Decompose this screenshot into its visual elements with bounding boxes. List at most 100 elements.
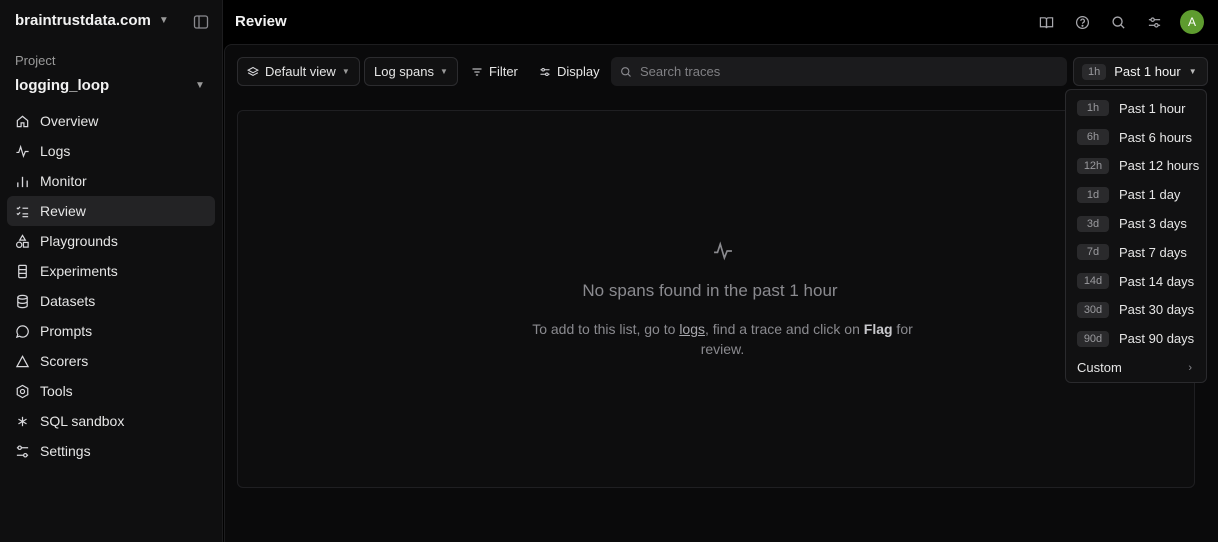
menu-item-label: Past 6 hours <box>1119 129 1192 145</box>
menu-item-label: Past 3 days <box>1119 216 1187 232</box>
layers-icon <box>247 66 259 76</box>
message-icon <box>15 324 29 338</box>
flask-icon <box>18 264 27 278</box>
empty-state-title: No spans found in the past 1 hour <box>582 281 838 300</box>
time-range-menu: 1h Past 1 hour 6h Past 6 hours 12h Past 12 … <box>1065 89 1207 383</box>
menu-item-past-1-hour[interactable]: 1h Past 1 hour <box>1066 94 1206 123</box>
empty-state-description: To add to this list, go to logs, find a … <box>525 319 920 359</box>
chevron-right-icon: › <box>1188 361 1192 374</box>
display-label: Display <box>557 64 600 79</box>
sidebar-nav: Overview Logs Monitor Review Playgrounds… <box>7 106 215 466</box>
chevron-down-icon: ▼ <box>158 15 169 26</box>
sidebar: braintrustdata.com ▼ Project logging_loo… <box>0 0 223 542</box>
sidebar-item-sql-sandbox[interactable]: SQL sandbox <box>7 406 215 436</box>
sliders-icon <box>16 444 29 458</box>
sidebar-item-label: SQL sandbox <box>40 413 125 429</box>
sidebar-item-logs[interactable]: Logs <box>7 136 215 166</box>
menu-item-past-6-hours[interactable]: 6h Past 6 hours <box>1066 123 1206 152</box>
menu-item-past-14-days[interactable]: 14d Past 14 days <box>1066 267 1206 296</box>
sidebar-item-label: Prompts <box>40 323 93 339</box>
menu-item-past-7-days[interactable]: 7d Past 7 days <box>1066 238 1206 267</box>
menu-item-short: 3d <box>1077 215 1109 232</box>
avatar[interactable]: A <box>1180 10 1204 34</box>
search-traces-input[interactable]: Search traces <box>611 57 1067 86</box>
menu-item-short: 1d <box>1077 186 1109 203</box>
asterisk-icon <box>18 416 27 426</box>
sidebar-item-tools[interactable]: Tools <box>7 376 215 406</box>
chevron-down-icon: ▼ <box>1188 67 1197 76</box>
chevron-down-icon[interactable]: ▼ <box>195 80 205 91</box>
sidebar-item-label: Playgrounds <box>40 233 118 249</box>
sidebar-item-scorers[interactable]: Scorers <box>7 346 215 376</box>
database-icon <box>17 294 28 308</box>
org-name: braintrustdata.com <box>15 12 151 29</box>
chevron-down-icon: ▼ <box>341 67 350 76</box>
sidebar-item-prompts[interactable]: Prompts <box>7 316 215 346</box>
menu-item-short: 1h <box>1077 100 1109 117</box>
menu-item-short: 30d <box>1077 301 1109 318</box>
menu-item-label: Past 1 day <box>1119 187 1181 203</box>
top-actions: A <box>1036 10 1204 34</box>
menu-item-label: Past 90 days <box>1119 331 1195 347</box>
sidebar-item-label: Tools <box>40 383 73 399</box>
project-selector[interactable]: logging_loop <box>15 77 109 94</box>
menu-item-label: Past 7 days <box>1119 244 1187 260</box>
sidebar-item-label: Monitor <box>40 173 87 189</box>
menu-item-past-90-days[interactable]: 90d Past 90 days <box>1066 324 1206 353</box>
search-placeholder: Search traces <box>640 64 721 79</box>
menu-item-custom[interactable]: Custom › <box>1066 353 1206 382</box>
org-switcher[interactable]: braintrustdata.com ▼ <box>15 12 169 29</box>
sidebar-item-datasets[interactable]: Datasets <box>7 286 215 316</box>
logs-link[interactable]: logs <box>679 321 705 337</box>
time-range-short: 1h <box>1082 63 1107 80</box>
view-selector-button[interactable]: Default view ▼ <box>237 57 360 86</box>
menu-item-past-3-days[interactable]: 3d Past 3 days <box>1066 209 1206 238</box>
hexagon-icon <box>16 384 29 398</box>
sidebar-item-label: Scorers <box>40 353 89 369</box>
menu-item-short: 90d <box>1077 330 1109 347</box>
menu-item-past-1-day[interactable]: 1d Past 1 day <box>1066 180 1206 209</box>
menu-item-short: 7d <box>1077 244 1109 261</box>
menu-item-label: Past 14 days <box>1119 273 1195 289</box>
bar-chart-icon <box>17 176 28 187</box>
menu-item-label: Custom <box>1077 360 1122 376</box>
menu-item-short: 12h <box>1077 157 1109 174</box>
sidebar-toggle-icon[interactable] <box>193 14 209 30</box>
sidebar-item-overview[interactable]: Overview <box>7 106 215 136</box>
chevron-down-icon: ▼ <box>440 67 448 76</box>
display-button[interactable]: Display <box>529 57 610 86</box>
sidebar-item-label: Experiments <box>40 263 118 279</box>
shapes-icon <box>15 233 29 248</box>
activity-icon <box>714 241 732 261</box>
span-type-label: Log spans <box>374 64 434 79</box>
sidebar-item-playgrounds[interactable]: Playgrounds <box>7 226 215 256</box>
sidebar-item-monitor[interactable]: Monitor <box>7 166 215 196</box>
list-check-icon <box>16 205 29 217</box>
project-label: Project <box>15 53 56 68</box>
sidebar-item-review[interactable]: Review <box>7 196 215 226</box>
sidebar-item-label: Settings <box>40 443 91 459</box>
menu-item-past-30-days[interactable]: 30d Past 30 days <box>1066 296 1206 325</box>
sidebar-item-settings[interactable]: Settings <box>7 436 215 466</box>
search-icon[interactable] <box>1108 10 1128 34</box>
menu-item-label: Past 1 hour <box>1119 100 1186 116</box>
menu-item-short: 6h <box>1077 129 1109 146</box>
span-type-selector[interactable]: Log spans ▼ <box>364 57 458 86</box>
help-icon[interactable] <box>1072 10 1092 34</box>
sidebar-item-label: Datasets <box>40 293 96 309</box>
empty-state-text: To add to this list, go to <box>532 321 680 337</box>
triangle-icon <box>15 354 30 367</box>
search-icon <box>621 66 631 77</box>
filter-icon <box>472 67 482 76</box>
settings-sliders-icon[interactable] <box>1144 10 1164 34</box>
page-title: Review <box>235 13 287 30</box>
time-range-button[interactable]: 1h Past 1 hour ▼ <box>1073 57 1208 86</box>
sidebar-item-label: Overview <box>40 113 99 129</box>
sidebar-item-experiments[interactable]: Experiments <box>7 256 215 286</box>
menu-item-label: Past 12 hours <box>1119 158 1200 174</box>
sidebar-item-label: Review <box>40 203 86 219</box>
display-settings-icon <box>540 67 550 76</box>
book-icon[interactable] <box>1036 10 1056 34</box>
filter-button[interactable]: Filter <box>461 57 528 86</box>
menu-item-past-12-hours[interactable]: 12h Past 12 hours <box>1066 152 1206 181</box>
